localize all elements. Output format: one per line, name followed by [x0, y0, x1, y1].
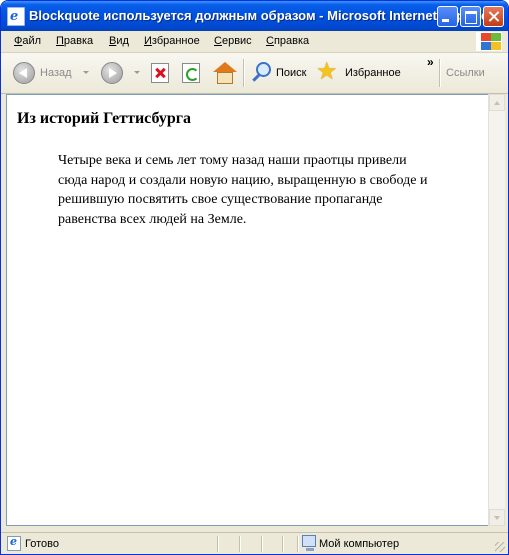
- refresh-icon[interactable]: [182, 63, 200, 83]
- my-computer-icon: [302, 535, 316, 551]
- menu-file[interactable]: Файл: [14, 35, 41, 47]
- search-icon[interactable]: [250, 62, 272, 84]
- back-button-label[interactable]: Назад: [40, 67, 72, 79]
- maximize-button[interactable]: [460, 6, 481, 27]
- forward-arrow-icon[interactable]: [101, 62, 123, 84]
- links-bar-label[interactable]: Ссылки: [446, 67, 485, 79]
- menu-help[interactable]: Справка: [266, 35, 309, 47]
- menu-bar: Файл Правка Вид Избранное Сервис Справка: [1, 31, 508, 53]
- status-text: Готово: [25, 538, 59, 550]
- home-icon[interactable]: [213, 62, 237, 84]
- status-pane-divider: [297, 536, 299, 552]
- status-pane-divider: [282, 536, 284, 552]
- status-pane-divider: [261, 536, 263, 552]
- window-title: Blockquote используется должным образом …: [29, 8, 494, 23]
- browser-window: e Blockquote используется должным образо…: [0, 0, 509, 555]
- menu-tools[interactable]: Сервис: [214, 35, 252, 47]
- status-bar: Готово Мой компьютер: [1, 532, 508, 554]
- vertical-scrollbar[interactable]: [488, 94, 505, 526]
- search-button-label[interactable]: Поиск: [276, 67, 306, 79]
- security-zone-text: Мой компьютер: [319, 538, 400, 550]
- toolbar-overflow-chevron[interactable]: »: [427, 55, 434, 69]
- toolbar-separator: [439, 59, 441, 87]
- blockquote-text: Четыре века и семь лет тому назад наши п…: [58, 153, 428, 227]
- back-arrow-icon[interactable]: [13, 62, 35, 84]
- favorites-star-icon[interactable]: ★: [316, 59, 338, 83]
- windows-logo-icon: [476, 32, 502, 51]
- page-content: Из историй Геттисбурга Четыре века и сем…: [6, 94, 488, 526]
- forward-dropdown-icon[interactable]: [134, 71, 140, 74]
- menu-favorites[interactable]: Избранное: [144, 35, 200, 47]
- scroll-down-arrow-icon[interactable]: [489, 509, 505, 526]
- toolbar-separator: [243, 59, 245, 87]
- ie-app-icon[interactable]: e: [7, 7, 25, 26]
- page-heading: Из историй Геттисбурга: [17, 110, 192, 127]
- favorites-button-label[interactable]: Избранное: [345, 67, 401, 79]
- page-status-icon: [7, 535, 21, 551]
- status-pane-divider: [217, 536, 219, 552]
- menu-view[interactable]: Вид: [109, 35, 129, 47]
- close-button[interactable]: [483, 6, 504, 27]
- standard-toolbar: Назад Поиск ★ Избранное » Ссылки: [1, 53, 508, 94]
- title-bar[interactable]: e Blockquote используется должным образо…: [1, 1, 508, 31]
- scroll-up-arrow-icon[interactable]: [489, 94, 505, 111]
- status-pane-divider: [239, 536, 241, 552]
- back-dropdown-icon[interactable]: [83, 71, 89, 74]
- stop-icon[interactable]: [151, 63, 169, 83]
- resize-grip-icon[interactable]: [495, 542, 505, 552]
- minimize-button[interactable]: [437, 6, 458, 27]
- menu-edit[interactable]: Правка: [56, 35, 93, 47]
